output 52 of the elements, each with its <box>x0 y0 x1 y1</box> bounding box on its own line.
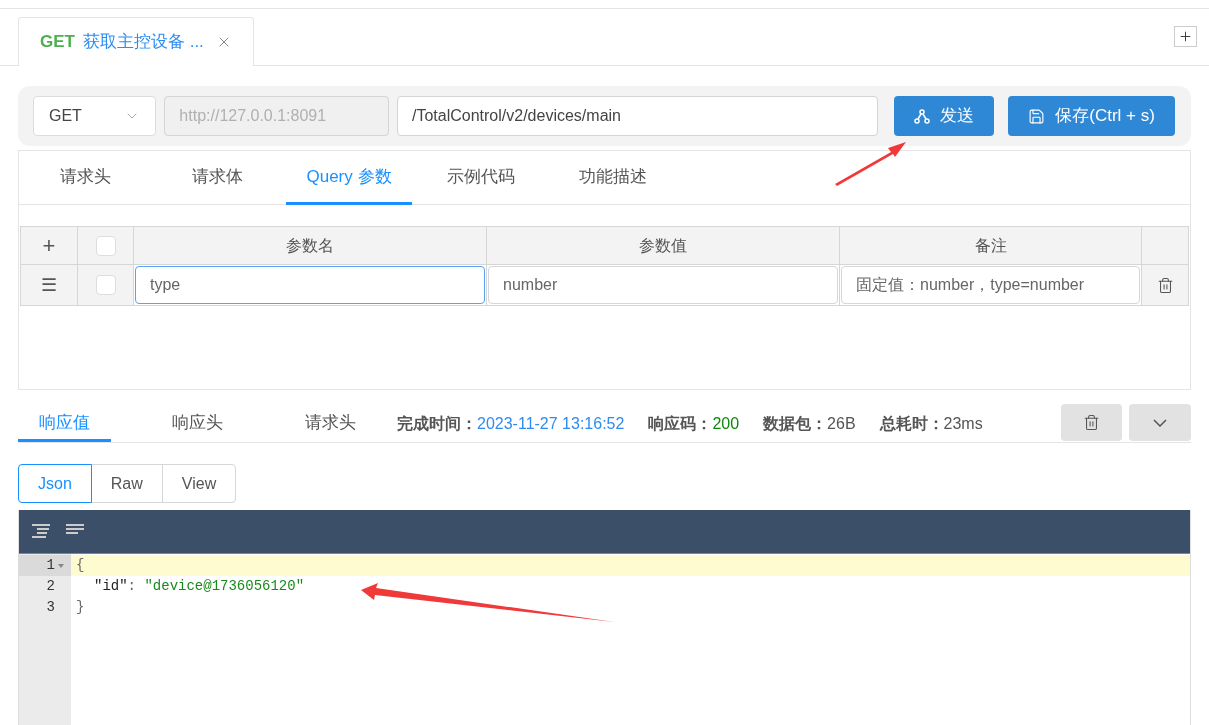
chevron-icon <box>1153 418 1167 427</box>
view-mode-button[interactable]: Raw <box>90 464 163 503</box>
clear-button[interactable] <box>1061 404 1122 441</box>
stat-value: 200 <box>712 414 740 434</box>
code-token: "id" <box>94 577 128 596</box>
column-header: 参数名 <box>134 227 487 265</box>
method-select[interactable]: GET <box>33 96 157 136</box>
tab-title: 获取主控设备 ... <box>82 31 204 54</box>
param-tab[interactable]: 请求体 <box>154 151 280 205</box>
response-tab[interactable]: 响应头 <box>151 406 244 442</box>
fold-icon[interactable] <box>58 563 64 568</box>
delete-icon[interactable] <box>1156 276 1174 294</box>
code-token: "device@1736056120" <box>144 577 305 596</box>
code-token: } <box>76 598 85 617</box>
format-icon <box>31 523 51 540</box>
stat-label: 响应码： <box>648 414 713 434</box>
stat-value: 26B <box>827 414 856 434</box>
line-number: 2 <box>46 577 55 596</box>
stat-label: 完成时间： <box>397 414 477 434</box>
save-icon <box>1028 107 1046 125</box>
stat-label: 数据包： <box>763 414 828 434</box>
add-row-button[interactable]: + <box>21 227 78 265</box>
path-field[interactable]: /TotalControl/v2/devices/main <box>397 96 878 136</box>
view-mode-button[interactable]: View <box>161 464 237 503</box>
stat-value: 23ms <box>943 414 983 434</box>
code-token: : <box>127 577 137 596</box>
save-button[interactable]: 保存(Ctrl + s) <box>1008 96 1175 136</box>
column-header: 备注 <box>840 227 1142 265</box>
checkbox[interactable] <box>95 275 116 295</box>
stat-label: 总耗时： <box>879 414 944 434</box>
plus-icon <box>1178 29 1193 44</box>
stat-value: 2023-11-27 13:16:52 <box>477 414 625 434</box>
add-tab-button[interactable] <box>1174 26 1197 47</box>
code-token: { <box>76 556 85 575</box>
nodes-icon <box>914 108 930 124</box>
param-value-field[interactable]: number <box>488 266 838 304</box>
send-button[interactable]: 发送 <box>893 96 995 136</box>
line-number: 1 <box>46 556 55 575</box>
line-number: 3 <box>46 598 55 617</box>
response-tab[interactable]: 请求头 <box>284 406 377 442</box>
param-tab[interactable]: 功能描述 <box>550 151 676 205</box>
request-tab[interactable]: GET 获取主控设备 ... <box>18 17 254 66</box>
trash-icon <box>1083 414 1100 431</box>
param-tab[interactable]: 请求头 <box>22 151 148 205</box>
param-name-field[interactable]: type <box>135 266 485 304</box>
column-header: 参数值 <box>487 227 840 265</box>
note-field[interactable]: 固定值：number，type=number <box>841 266 1140 304</box>
checkbox[interactable] <box>95 235 116 256</box>
method-label: GET <box>40 31 75 54</box>
param-tab[interactable]: 示例代码 <box>418 151 544 205</box>
drag-handle[interactable]: ☰ <box>21 265 78 306</box>
method-value: GET <box>49 106 82 126</box>
